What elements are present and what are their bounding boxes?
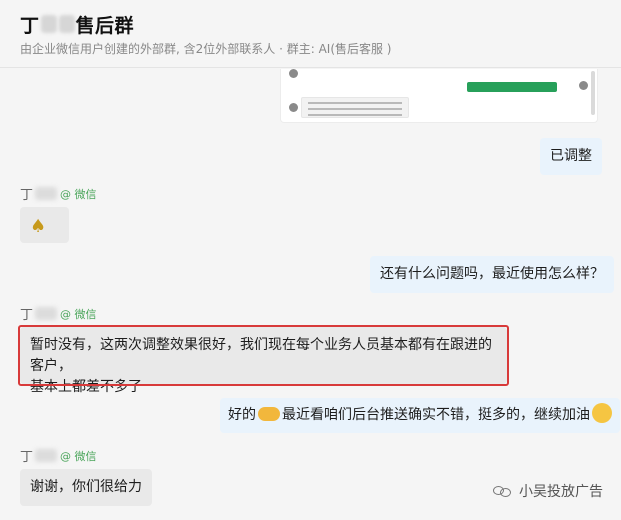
muscle-face-emoji-icon [592,403,612,423]
message-bubble-incoming[interactable]: 谢谢，你们很给力 [20,469,152,506]
message-bubble-outgoing[interactable]: 还有什么问题吗，最近使用怎么样？ [370,256,614,293]
message-bubble-outgoing[interactable]: 已调整 [540,138,602,175]
chat-header: 丁 售后群 由企业微信用户创建的外部群, 含2位外部联系人 · 群主: AI(售… [0,0,621,68]
preview-text-bubble [301,97,409,118]
group-title-right: 售后群 [75,14,135,37]
banana-emoji-icon: ♠ [30,216,47,237]
message-text: 好的 [228,407,256,423]
group-title[interactable]: 丁 售后群 [20,12,135,37]
sender-source: @ 微信 [60,449,97,463]
preview-scrollbar [591,71,595,115]
sender-source: @ 微信 [60,307,97,321]
message-text: 最近看咱们后台推送确实不错，挺多的，继续加油 [282,407,590,423]
sender-label: 丁 @ 微信 [20,184,97,203]
sender-label: 丁 @ 微信 [20,304,97,323]
preview-avatar [289,103,298,112]
group-subtitle: 由企业微信用户创建的外部群, 含2位外部联系人 · 群主: AI(售后客服 ) [20,42,392,56]
redacted-name [35,187,58,200]
sender-name: 丁 [20,188,34,203]
sender-name: 丁 [20,450,34,465]
redacted-name [40,15,57,33]
shared-screenshot-image[interactable] [280,69,598,123]
wechat-official-account-icon [493,484,513,498]
message-bubble-outgoing[interactable]: 好的 最近看咱们后台推送确实不错，挺多的，继续加油 [220,398,620,433]
redacted-name [35,307,58,320]
watermark: 小吴投放广告 [493,481,603,501]
sender-name: 丁 [20,308,34,323]
highlight-box [18,325,509,386]
preview-green-bubble [467,82,557,92]
redacted-name [35,449,58,462]
preview-avatar [579,81,588,90]
preview-avatar [289,69,298,78]
group-title-left: 丁 [20,14,40,37]
redacted-name [58,15,75,33]
sender-source: @ 微信 [60,187,97,201]
sender-label: 丁 @ 微信 [20,446,97,465]
handshake-emoji-icon [258,407,280,421]
watermark-text: 小吴投放广告 [519,484,603,500]
